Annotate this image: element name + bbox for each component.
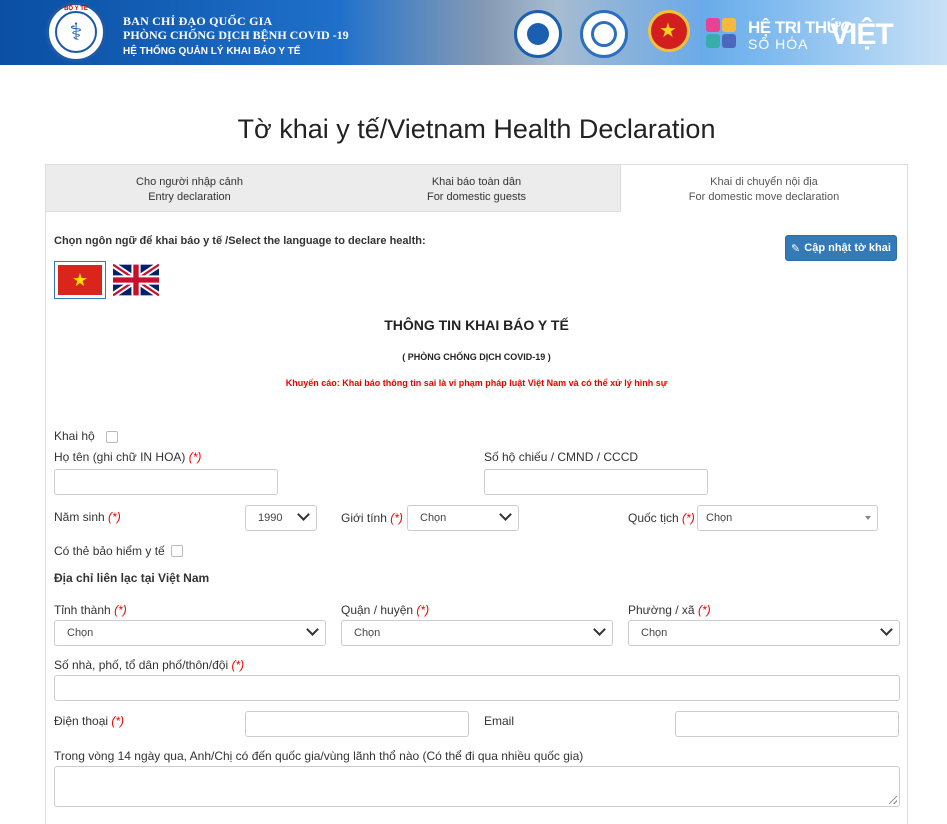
fullname-label-wrap: Họ tên (ghi chữ IN HOA) (*) — [54, 450, 201, 464]
province-value: Chọn — [67, 627, 94, 639]
tab-move-line2: For domestic move declaration — [688, 191, 840, 203]
street-label: Số nhà, phố, tổ dân phố/thôn/đội — [54, 658, 229, 672]
phone-label: Điện thoại — [54, 714, 109, 728]
birth-year-select[interactable]: 1990 — [245, 505, 317, 531]
travel-history-textarea[interactable] — [54, 766, 900, 807]
required-mark: (*) — [416, 603, 430, 617]
ward-select[interactable]: Chọn — [628, 620, 900, 646]
birth-year-label-wrap: Năm sinh (*) — [54, 510, 121, 524]
travel-history-label: Trong vòng 14 ngày qua, Anh/Chị có đến q… — [54, 749, 584, 763]
declaration-card: Cho người nhập cảnh Entry declaration Kh… — [45, 164, 908, 824]
chevron-down-icon — [306, 623, 319, 636]
required-mark: (*) — [111, 714, 125, 728]
proxy-checkbox[interactable] — [106, 431, 118, 443]
tab-move-line1: Khai di chuyển nội địa — [710, 176, 818, 188]
insurance-checkbox[interactable] — [171, 545, 183, 557]
header-banner: BỘ Y TẾ ⚕ BAN CHỈ ĐẠO QUỐC GIA PHÒNG CHỐ… — [0, 0, 947, 65]
resize-grip-icon[interactable] — [889, 796, 897, 804]
phone-label-wrap: Điện thoại (*) — [54, 714, 124, 728]
chevron-down-icon — [880, 623, 893, 636]
required-mark: (*) — [231, 658, 245, 672]
header-line2: PHÒNG CHỐNG DỊCH BỆNH COVID -19 — [123, 28, 349, 42]
province-label-wrap: Tỉnh thành (*) — [54, 603, 127, 617]
district-value: Chọn — [354, 627, 381, 639]
proxy-label: Khai hộ — [54, 429, 95, 443]
tab-entry-declaration[interactable]: Cho người nhập cảnh Entry declaration — [46, 165, 333, 212]
birth-year-value: 1990 — [258, 512, 283, 524]
tab-domestic-guests[interactable]: Khai báo toàn dân For domestic guests — [333, 165, 620, 212]
tab-entry-line2: Entry declaration — [148, 191, 231, 203]
required-mark: (*) — [114, 603, 127, 617]
email-input[interactable] — [675, 711, 899, 737]
insurance-label: Có thẻ bảo hiểm y tế — [54, 544, 165, 558]
address-section-heading: Địa chỉ liên lạc tại Việt Nam — [54, 571, 210, 585]
street-label-wrap: Số nhà, phố, tổ dân phố/thôn/đội (*) — [54, 658, 244, 672]
required-mark: (*) — [108, 510, 121, 524]
header-line3: HỆ THỐNG QUẢN LÝ KHAI BÁO Y TẾ — [123, 46, 301, 57]
fullname-input[interactable] — [54, 469, 278, 495]
ministry-info-logo — [514, 10, 562, 58]
english-flag-button[interactable] — [110, 261, 162, 299]
birth-year-label: Năm sinh — [54, 510, 105, 524]
district-label-wrap: Quận / huyện (*) — [341, 603, 429, 617]
nationality-value: Chọn — [706, 512, 733, 524]
dropdown-arrow-icon — [865, 516, 871, 520]
id-number-input[interactable] — [484, 469, 708, 495]
street-address-input[interactable] — [54, 675, 900, 701]
id-number-label: Số hộ chiếu / CMND / CCCD — [484, 450, 639, 464]
required-mark: (*) — [390, 511, 403, 525]
ward-label: Phường / xã — [628, 603, 695, 617]
tab-entry-line1: Cho người nhập cảnh — [136, 176, 243, 188]
tab-domestic-line1: Khai báo toàn dân — [431, 176, 522, 188]
ward-label-wrap: Phường / xã (*) — [628, 603, 711, 617]
ministry-of-health-logo: BỘ Y TẾ ⚕ — [46, 2, 106, 62]
required-mark: (*) — [697, 603, 711, 617]
warning-text: Khuyến cáo: Khai báo thông tin sai là vi… — [285, 378, 668, 388]
gender-label: Giới tính — [341, 511, 387, 525]
nationality-select[interactable]: Chọn — [697, 505, 878, 531]
tab-domestic-move[interactable]: Khai di chuyển nội địa For domestic move… — [620, 165, 907, 212]
national-emblem-logo: ★ — [646, 10, 694, 58]
update-declaration-button[interactable]: ✎ Cập nhật tờ khai — [785, 235, 897, 261]
partner-subtitle: SỐ HÓA — [748, 36, 809, 52]
email-label: Email — [484, 714, 515, 728]
uk-flag-icon — [113, 264, 159, 296]
partner-big-text: VIỆT — [830, 18, 894, 51]
ministry-science-logo — [580, 10, 628, 58]
header-line1: BAN CHỈ ĐẠO QUỐC GIA — [123, 14, 273, 28]
nationality-label: Quốc tịch — [628, 511, 679, 525]
gender-value: Chọn — [420, 512, 447, 524]
caduceus-icon: ⚕ — [55, 11, 97, 53]
phone-input[interactable] — [245, 711, 469, 737]
form-title: THÔNG TIN KHAI BÁO Y TẾ — [384, 317, 569, 333]
district-select[interactable]: Chọn — [341, 620, 613, 646]
required-mark: (*) — [188, 450, 202, 464]
chevron-down-icon — [499, 508, 512, 521]
district-label: Quận / huyện — [341, 603, 414, 617]
edit-icon: ✎ — [791, 242, 801, 255]
fullname-label: Họ tên (ghi chữ IN HOA) — [54, 450, 186, 464]
tab-domestic-line2: For domestic guests — [426, 191, 527, 203]
form-subtitle: ( PHÒNG CHỐNG DỊCH COVID-19 ) — [402, 352, 551, 362]
gender-select[interactable]: Chọn — [407, 505, 519, 531]
tab-bar: Cho người nhập cảnh Entry declaration Kh… — [46, 165, 907, 212]
nationality-label-wrap: Quốc tịch (*) — [628, 511, 695, 525]
province-select[interactable]: Chọn — [54, 620, 326, 646]
vietnam-flag-icon: ★ — [58, 265, 102, 295]
gender-label-wrap: Giới tính (*) — [341, 511, 403, 525]
update-button-label: Cập nhật tờ khai — [804, 242, 891, 254]
language-select-label: Chọn ngôn ngữ để khai báo y tế /Select t… — [54, 235, 426, 247]
page-title: Tờ khai y tế/Vietnam Health Declaration — [237, 114, 716, 144]
province-label: Tỉnh thành — [54, 603, 111, 617]
vietnamese-flag-button[interactable]: ★ — [54, 261, 106, 299]
chevron-down-icon — [297, 508, 310, 521]
required-mark: (*) — [682, 511, 695, 525]
he-tri-thuc-logo-icon — [706, 18, 742, 52]
ward-value: Chọn — [641, 627, 668, 639]
chevron-down-icon — [593, 623, 606, 636]
